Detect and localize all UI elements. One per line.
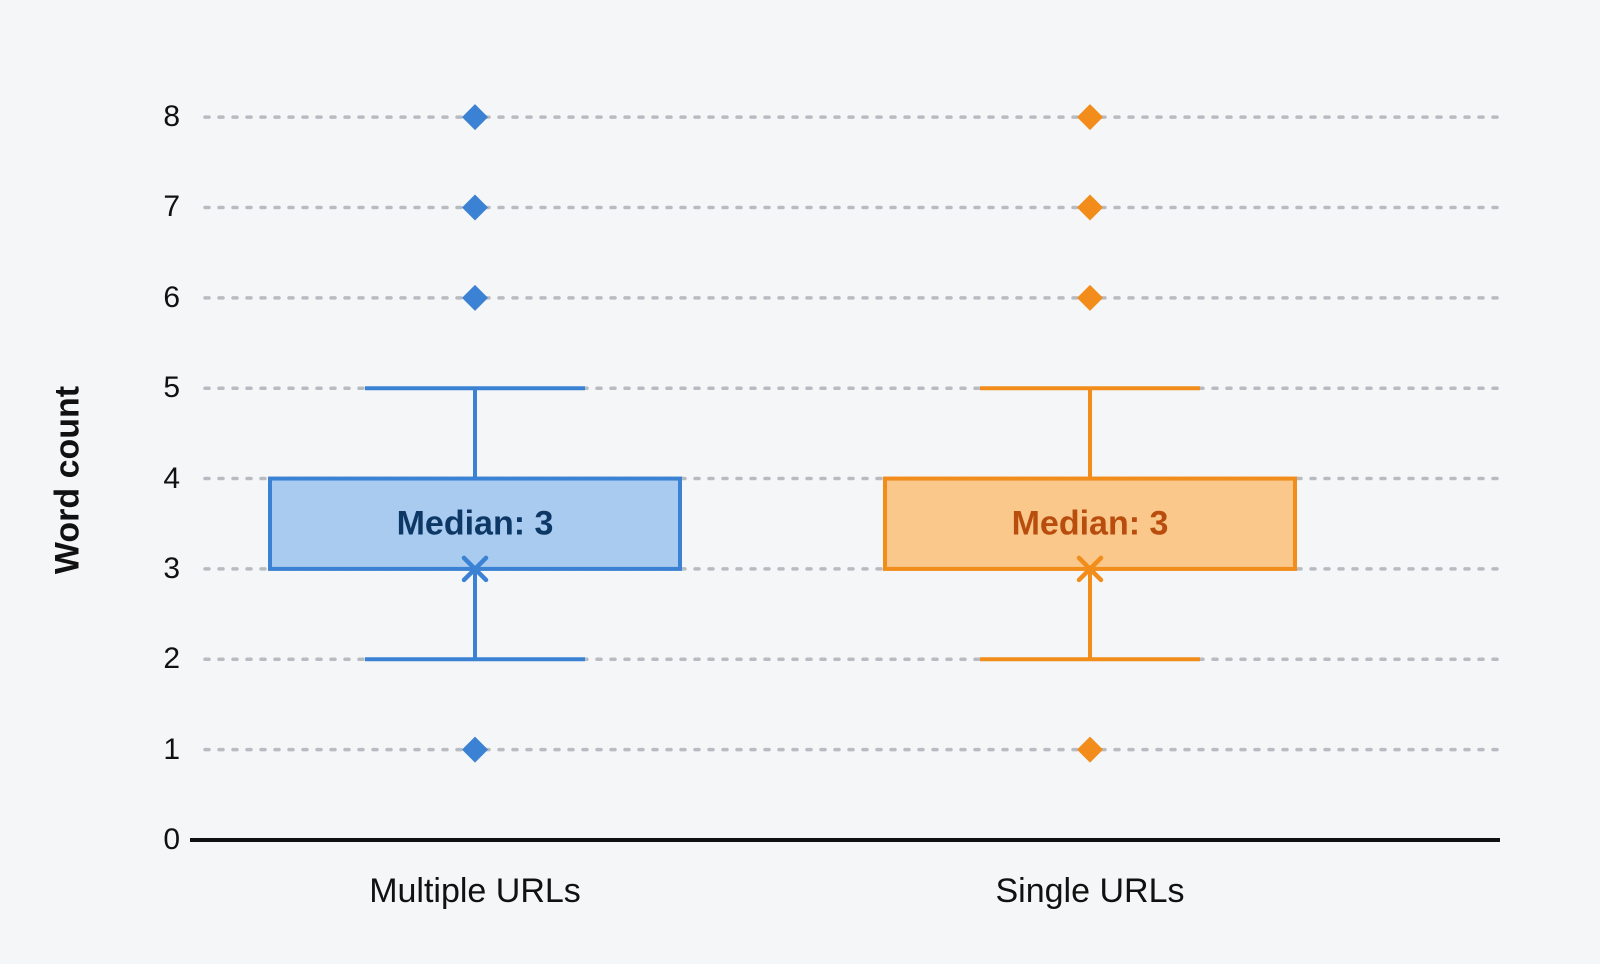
outlier-marker <box>1077 194 1103 220</box>
outlier-marker <box>1077 104 1103 130</box>
y-tick-label: 7 <box>120 190 180 224</box>
outlier-marker <box>1077 737 1103 763</box>
x-category-label: Multiple URLs <box>369 872 581 911</box>
x-category-label: Single URLs <box>996 872 1185 911</box>
y-tick-label: 4 <box>120 462 180 496</box>
outlier-marker <box>462 194 488 220</box>
median-label: Median: 3 <box>1012 504 1169 543</box>
median-label: Median: 3 <box>397 504 554 543</box>
y-tick-label: 1 <box>120 733 180 767</box>
chart-svg <box>0 0 1600 964</box>
outlier-marker <box>462 104 488 130</box>
y-tick-label: 6 <box>120 281 180 315</box>
y-axis-label: Word count <box>49 386 88 574</box>
y-tick-label: 2 <box>120 642 180 676</box>
y-tick-label: 3 <box>120 552 180 586</box>
outlier-marker <box>462 285 488 311</box>
outlier-marker <box>1077 285 1103 311</box>
y-tick-label: 8 <box>120 100 180 134</box>
boxplot-series <box>885 104 1295 763</box>
boxplot-series <box>270 104 680 763</box>
outlier-marker <box>462 737 488 763</box>
y-tick-label: 0 <box>120 823 180 857</box>
boxplot-chart: Word count 0 1 2 3 4 5 6 7 8 Median: 3 Multiple UR… <box>0 0 1600 964</box>
y-tick-label: 5 <box>120 371 180 405</box>
